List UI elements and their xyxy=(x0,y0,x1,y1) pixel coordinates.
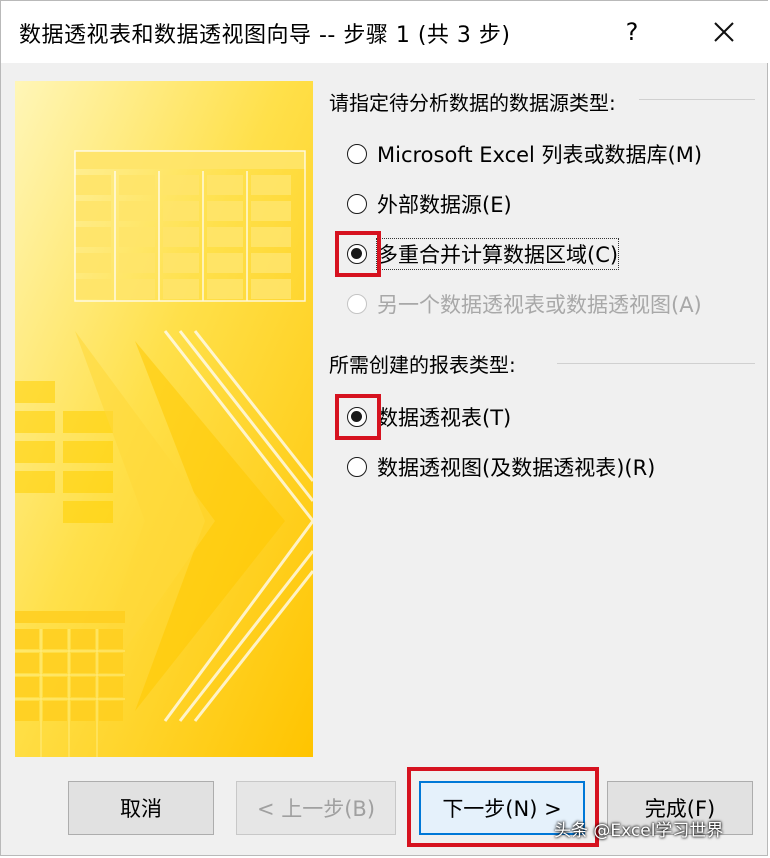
report-section-divider xyxy=(557,363,755,364)
option-multiple-consolidation[interactable]: 多重合并计算数据区域(C) xyxy=(347,238,620,270)
cancel-button[interactable]: 取消 xyxy=(68,781,214,835)
radio-pivot-chart[interactable] xyxy=(347,457,367,477)
dialog-title: 数据透视表和数据透视图向导 -- 步骤 1 (共 3 步) xyxy=(19,23,511,48)
report-type-label: 所需创建的报表类型: xyxy=(329,353,516,377)
source-type-label: 请指定待分析数据的数据源类型: xyxy=(329,91,616,115)
title-bar: 数据透视表和数据透视图向导 -- 步骤 1 (共 3 步) ? xyxy=(1,1,769,63)
close-button[interactable] xyxy=(698,9,750,55)
help-button[interactable]: ? xyxy=(608,9,656,55)
highlight-box-pivot-table xyxy=(335,394,381,440)
option-another-pivot: 另一个数据透视表或数据透视图(A) xyxy=(347,288,702,320)
close-icon xyxy=(714,22,734,42)
radio-another-pivot xyxy=(347,294,367,314)
option-pivot-chart[interactable]: 数据透视图(及数据透视表)(R) xyxy=(347,451,655,483)
wizard-illustration xyxy=(15,81,313,757)
option-multiple-consolidation-label: 多重合并计算数据区域(C) xyxy=(375,238,620,270)
option-excel-list[interactable]: Microsoft Excel 列表或数据库(M) xyxy=(347,138,702,170)
help-icon: ? xyxy=(625,18,639,46)
option-pivot-table-label: 数据透视表(T) xyxy=(377,406,512,430)
option-another-pivot-label: 另一个数据透视表或数据透视图(A) xyxy=(377,293,702,317)
pivot-wizard-dialog: 数据透视表和数据透视图向导 -- 步骤 1 (共 3 步) ? 请指定待分析数据… xyxy=(0,0,769,856)
highlight-box-consolidation xyxy=(335,231,381,277)
radio-external-source[interactable] xyxy=(347,194,367,214)
watermark-text: 头条 @Excel学习世界 xyxy=(554,821,724,841)
back-button: < 上一步(B) xyxy=(236,781,396,835)
option-external-source[interactable]: 外部数据源(E) xyxy=(347,188,512,220)
option-excel-list-label: Microsoft Excel 列表或数据库(M) xyxy=(377,143,703,167)
option-pivot-chart-label: 数据透视图(及数据透视表)(R) xyxy=(377,456,656,480)
source-section-divider xyxy=(639,99,755,100)
radio-excel-list[interactable] xyxy=(347,144,367,164)
option-external-source-label: 外部数据源(E) xyxy=(377,193,512,217)
